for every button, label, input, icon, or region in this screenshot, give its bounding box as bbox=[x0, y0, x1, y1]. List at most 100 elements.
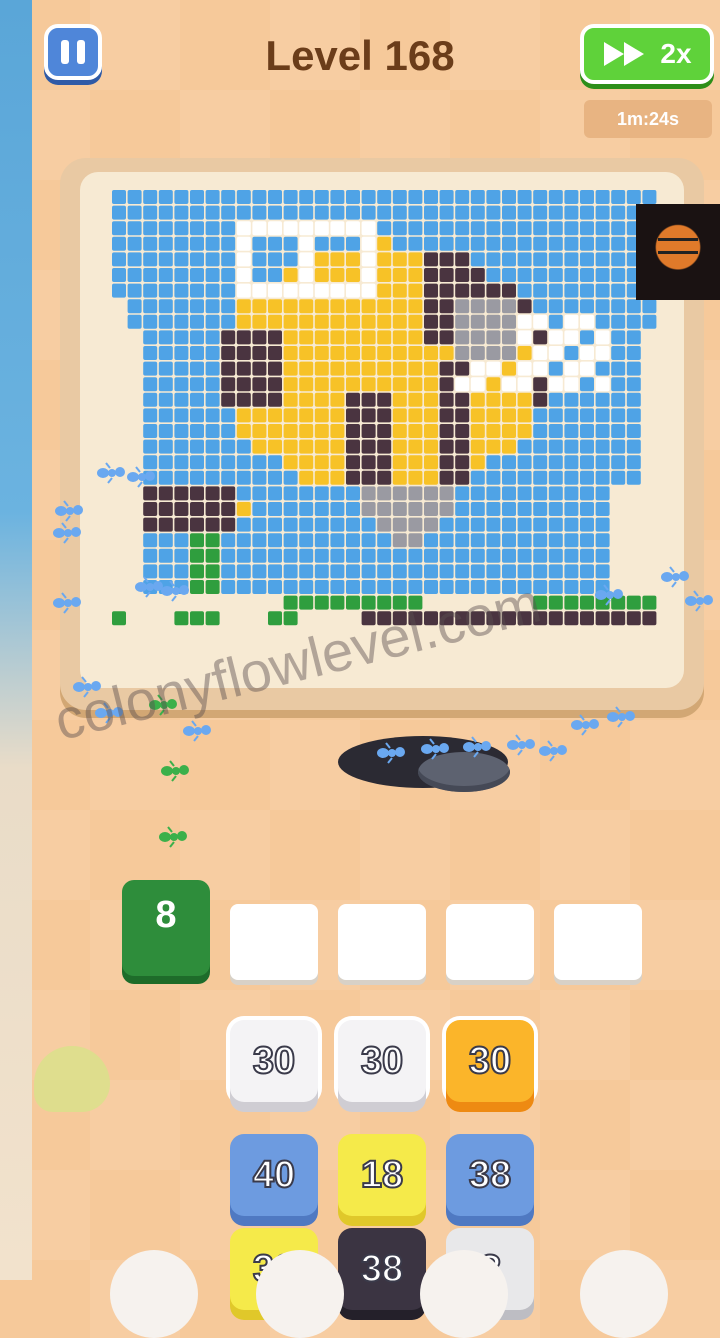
tile-3[interactable]: 40 bbox=[230, 1134, 318, 1216]
mosaic-cell bbox=[564, 392, 579, 407]
mosaic-cell bbox=[205, 455, 220, 470]
mosaic-cell bbox=[580, 517, 594, 532]
mosaic-cell bbox=[283, 486, 298, 501]
tile-5[interactable]: 38 bbox=[446, 1134, 534, 1216]
mosaic-cell bbox=[564, 252, 579, 267]
booster-button-4[interactable] bbox=[580, 1250, 668, 1338]
mosaic-cell bbox=[502, 221, 516, 236]
mosaic-cell bbox=[502, 236, 516, 251]
mosaic-cell bbox=[252, 580, 267, 594]
mosaic-cell bbox=[205, 517, 220, 532]
mosaic-cell bbox=[314, 268, 329, 282]
mosaic-cell bbox=[268, 392, 282, 407]
mosaic-cell bbox=[626, 361, 641, 376]
mosaic-cell bbox=[346, 377, 360, 392]
mosaic-cell bbox=[517, 190, 532, 204]
ant-sprite bbox=[606, 706, 636, 728]
booster-button-2[interactable] bbox=[256, 1250, 344, 1338]
mosaic-cell bbox=[392, 268, 407, 282]
mosaic-cell bbox=[533, 564, 548, 579]
mosaic-cell bbox=[190, 517, 204, 532]
mosaic-cell bbox=[533, 392, 548, 407]
mosaic-cell bbox=[408, 205, 423, 220]
mosaic-cell bbox=[580, 283, 594, 298]
mosaic-cell bbox=[502, 314, 516, 329]
tile-0[interactable]: 30 bbox=[230, 1020, 318, 1102]
tile-2[interactable]: 30 bbox=[446, 1020, 534, 1102]
mosaic-cell bbox=[283, 517, 298, 532]
mosaic-cell bbox=[470, 470, 485, 485]
mosaic-cell bbox=[205, 221, 220, 236]
mosaic-cell bbox=[533, 361, 548, 376]
mosaic-cell bbox=[174, 611, 189, 626]
mosaic-cell bbox=[533, 346, 548, 360]
mosaic-cell bbox=[502, 283, 516, 298]
mosaic-cell bbox=[314, 190, 329, 204]
mosaic-cell bbox=[190, 236, 204, 251]
mosaic-cell bbox=[486, 377, 501, 392]
mosaic-cell bbox=[174, 486, 189, 501]
mosaic-cell bbox=[408, 314, 423, 329]
mosaic-cell bbox=[517, 205, 532, 220]
mosaic-cell bbox=[299, 361, 314, 376]
mosaic-cell bbox=[361, 439, 376, 454]
mosaic-cell bbox=[470, 268, 485, 282]
mosaic-cell bbox=[252, 470, 267, 485]
mosaic-cell bbox=[548, 392, 563, 407]
mosaic-cell bbox=[314, 486, 329, 501]
mosaic-cell bbox=[408, 190, 423, 204]
mosaic-cell bbox=[455, 314, 470, 329]
mosaic-cell bbox=[564, 268, 579, 282]
mosaic-cell bbox=[377, 377, 392, 392]
mosaic-cell bbox=[486, 314, 501, 329]
mosaic-cell bbox=[252, 314, 267, 329]
mosaic-cell bbox=[236, 252, 251, 267]
mosaic-cell bbox=[580, 424, 594, 438]
mosaic-cell bbox=[127, 283, 142, 298]
tile-7[interactable]: 38 bbox=[338, 1228, 426, 1310]
mosaic-cell bbox=[158, 314, 173, 329]
mosaic-cell bbox=[346, 548, 360, 563]
mosaic-cell bbox=[564, 455, 579, 470]
mosaic-cell bbox=[455, 283, 470, 298]
mosaic-cell bbox=[205, 533, 220, 548]
mosaic-cell bbox=[252, 564, 267, 579]
mosaic-cell bbox=[626, 330, 641, 345]
mosaic-cell bbox=[439, 346, 454, 360]
mosaic-cell bbox=[361, 299, 376, 314]
mosaic-cell bbox=[158, 502, 173, 516]
mosaic-cell bbox=[533, 252, 548, 267]
mosaic-cell bbox=[533, 221, 548, 236]
mosaic-cell bbox=[455, 236, 470, 251]
tile-1[interactable]: 30 bbox=[338, 1020, 426, 1102]
mosaic-cell bbox=[299, 408, 314, 423]
mosaic-cell bbox=[205, 236, 220, 251]
mosaic-cell bbox=[236, 330, 251, 345]
mosaic-cell bbox=[314, 517, 329, 532]
booster-button-1[interactable] bbox=[110, 1250, 198, 1338]
booster-button-3[interactable] bbox=[420, 1250, 508, 1338]
mosaic-cell bbox=[330, 252, 345, 267]
mosaic-cell bbox=[548, 548, 563, 563]
mosaic-cell bbox=[205, 502, 220, 516]
mosaic-cell bbox=[595, 486, 610, 501]
mosaic-cell bbox=[346, 502, 360, 516]
mosaic-cell bbox=[283, 595, 298, 610]
tile-4[interactable]: 18 bbox=[338, 1134, 426, 1216]
mosaic-cell bbox=[299, 424, 314, 438]
mosaic-cell bbox=[564, 424, 579, 438]
mosaic-cell bbox=[580, 221, 594, 236]
mosaic-cell bbox=[455, 205, 470, 220]
mosaic-cell bbox=[502, 424, 516, 438]
mosaic-cell bbox=[533, 283, 548, 298]
mosaic-cell bbox=[424, 252, 438, 267]
mosaic-cell bbox=[283, 502, 298, 516]
mosaic-cell bbox=[439, 470, 454, 485]
mosaic-cell bbox=[502, 361, 516, 376]
mosaic-cell bbox=[392, 205, 407, 220]
mosaic-cell bbox=[205, 548, 220, 563]
mosaic-cell bbox=[517, 502, 532, 516]
mosaic-cell bbox=[143, 299, 158, 314]
mosaic-cell bbox=[283, 268, 298, 282]
mosaic-cell bbox=[236, 548, 251, 563]
